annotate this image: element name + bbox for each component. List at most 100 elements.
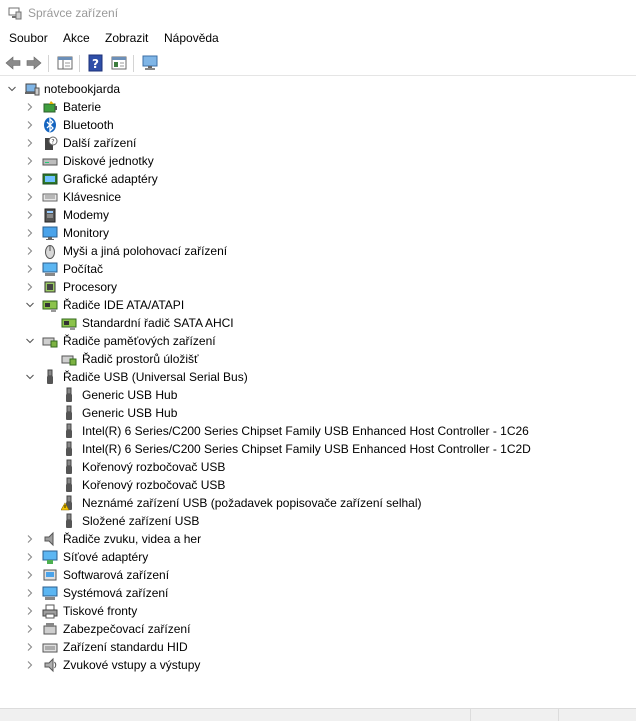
tree-root[interactable]: notebookjarda bbox=[0, 80, 636, 98]
storage-controller-icon bbox=[42, 337, 58, 348]
tree-device[interactable]: Složené zařízení USB bbox=[0, 512, 636, 530]
tree-device[interactable]: Intel(R) 6 Series/C200 Series Chipset Fa… bbox=[0, 440, 636, 458]
tree-category-label: Bluetooth bbox=[63, 118, 114, 132]
forward-arrow-icon[interactable] bbox=[25, 54, 43, 72]
show-hide-console-tree-icon[interactable] bbox=[56, 54, 74, 72]
tree-device-label: Kořenový rozbočovač USB bbox=[82, 478, 226, 492]
tree-category[interactable]: Myši a jiná polohovací zařízení bbox=[0, 242, 636, 260]
expand-chevron-icon[interactable] bbox=[26, 643, 34, 651]
tree-category[interactable]: Řadiče zvuku, videa a her bbox=[0, 530, 636, 548]
expand-chevron-icon[interactable] bbox=[26, 625, 34, 633]
tree-device-label: Složené zařízení USB bbox=[82, 514, 200, 528]
expand-chevron-icon[interactable] bbox=[26, 175, 34, 183]
tree-category[interactable]: Procesory bbox=[0, 278, 636, 296]
expand-chevron-icon[interactable] bbox=[26, 589, 34, 597]
tree-category-label: Řadiče paměťových zařízení bbox=[63, 334, 216, 348]
tree-device[interactable]: Kořenový rozbočovač USB bbox=[0, 458, 636, 476]
display-adapter-icon bbox=[42, 173, 58, 185]
window-title: Správce zařízení bbox=[28, 6, 119, 20]
tree-device-label: Řadič prostorů úložišť bbox=[82, 352, 199, 366]
properties-icon[interactable] bbox=[110, 54, 128, 72]
tree-category-label: Počítač bbox=[63, 262, 104, 276]
expand-chevron-icon[interactable] bbox=[26, 607, 34, 615]
toolbar-separator bbox=[79, 55, 80, 72]
tree-device[interactable]: Řadič prostorů úložišť bbox=[0, 350, 636, 368]
back-arrow-icon[interactable] bbox=[4, 54, 22, 72]
collapse-chevron-icon[interactable] bbox=[26, 301, 34, 309]
tree-category[interactable]: Modemy bbox=[0, 206, 636, 224]
expand-chevron-icon[interactable] bbox=[26, 121, 34, 129]
collapse-chevron-icon[interactable] bbox=[8, 85, 16, 93]
tree-device-label: Generic USB Hub bbox=[82, 406, 178, 420]
tree-device[interactable]: Kořenový rozbočovač USB bbox=[0, 476, 636, 494]
expand-chevron-icon[interactable] bbox=[26, 103, 34, 111]
collapse-chevron-icon[interactable] bbox=[26, 373, 34, 381]
help-icon[interactable]: ? bbox=[87, 54, 105, 72]
menu-napoveda[interactable]: Nápověda bbox=[164, 31, 219, 45]
tree-category-label: Další zařízení bbox=[63, 136, 137, 150]
tree-category-label: Myši a jiná polohovací zařízení bbox=[63, 244, 228, 258]
expand-chevron-icon[interactable] bbox=[26, 139, 34, 147]
tree-category[interactable]: Počítač bbox=[0, 260, 636, 278]
tree-category-label: Systémová zařízení bbox=[63, 586, 169, 600]
menu-akce[interactable]: Akce bbox=[63, 31, 90, 45]
tree-category-label: Řadiče USB (Universal Serial Bus) bbox=[63, 370, 248, 384]
expand-chevron-icon[interactable] bbox=[26, 247, 34, 255]
collapse-chevron-icon[interactable] bbox=[26, 337, 34, 345]
tree-category[interactable]: Zvukové vstupy a výstupy bbox=[0, 656, 636, 674]
expand-chevron-icon[interactable] bbox=[26, 661, 34, 669]
usb-icon bbox=[66, 405, 72, 420]
tree-category[interactable]: Grafické adaptéry bbox=[0, 170, 636, 188]
tree-category[interactable]: Řadiče paměťových zařízení bbox=[0, 332, 636, 350]
computer-icon bbox=[42, 262, 58, 276]
tree-category[interactable]: Diskové jednotky bbox=[0, 152, 636, 170]
tree-device[interactable]: Neznámé zařízení USB (požadavek popisova… bbox=[0, 494, 636, 512]
tree-category[interactable]: Baterie bbox=[0, 98, 636, 116]
tree-category[interactable]: Tiskové fronty bbox=[0, 602, 636, 620]
tree-category[interactable]: Systémová zařízení bbox=[0, 584, 636, 602]
menu-zobrazit[interactable]: Zobrazit bbox=[105, 31, 148, 45]
tree-device[interactable]: Intel(R) 6 Series/C200 Series Chipset Fa… bbox=[0, 422, 636, 440]
tree-category[interactable]: ? Další zařízení bbox=[0, 134, 636, 152]
tree-category[interactable]: Zabezpečovací zařízení bbox=[0, 620, 636, 638]
tree-category[interactable]: Řadiče USB (Universal Serial Bus) bbox=[0, 368, 636, 386]
sound-icon bbox=[44, 531, 54, 547]
ide-controller-icon bbox=[61, 318, 77, 330]
tree-category[interactable]: Softwarová zařízení bbox=[0, 566, 636, 584]
status-separator bbox=[558, 709, 559, 721]
tree-device[interactable]: Generic USB Hub bbox=[0, 404, 636, 422]
expand-chevron-icon[interactable] bbox=[26, 229, 34, 237]
expand-chevron-icon[interactable] bbox=[26, 157, 34, 165]
toolbar: ? bbox=[0, 52, 636, 76]
battery-icon bbox=[43, 101, 57, 113]
tree-category[interactable]: Zařízení standardu HID bbox=[0, 638, 636, 656]
monitor-icon bbox=[42, 226, 58, 240]
tree-category[interactable]: Řadiče IDE ATA/ATAPI bbox=[0, 296, 636, 314]
expand-chevron-icon[interactable] bbox=[26, 193, 34, 201]
scan-hardware-changes-icon[interactable] bbox=[141, 54, 159, 72]
processor-icon bbox=[44, 281, 56, 293]
tree-category[interactable]: Klávesnice bbox=[0, 188, 636, 206]
tree-category[interactable]: Bluetooth bbox=[0, 116, 636, 134]
tree-category[interactable]: Síťové adaptéry bbox=[0, 548, 636, 566]
expand-chevron-icon[interactable] bbox=[26, 553, 34, 561]
usb-warning-icon bbox=[61, 495, 72, 511]
software-device-icon bbox=[43, 569, 57, 581]
device-manager-icon bbox=[25, 83, 40, 96]
system-device-icon bbox=[42, 586, 58, 600]
tree-category-label: Grafické adaptéry bbox=[63, 172, 158, 186]
expand-chevron-icon[interactable] bbox=[26, 571, 34, 579]
menu-soubor[interactable]: Soubor bbox=[9, 31, 48, 45]
status-separator bbox=[470, 709, 471, 721]
expand-chevron-icon[interactable] bbox=[26, 265, 34, 273]
expand-chevron-icon[interactable] bbox=[26, 535, 34, 543]
svg-text:?: ? bbox=[51, 139, 54, 146]
usb-icon bbox=[66, 513, 72, 528]
tree-device[interactable]: Generic USB Hub bbox=[0, 386, 636, 404]
modem-icon bbox=[44, 208, 56, 223]
tree-device[interactable]: Standardní řadič SATA AHCI bbox=[0, 314, 636, 332]
tree-category[interactable]: Monitory bbox=[0, 224, 636, 242]
expand-chevron-icon[interactable] bbox=[26, 283, 34, 291]
expand-chevron-icon[interactable] bbox=[26, 211, 34, 219]
ide-controller-icon bbox=[42, 300, 58, 312]
